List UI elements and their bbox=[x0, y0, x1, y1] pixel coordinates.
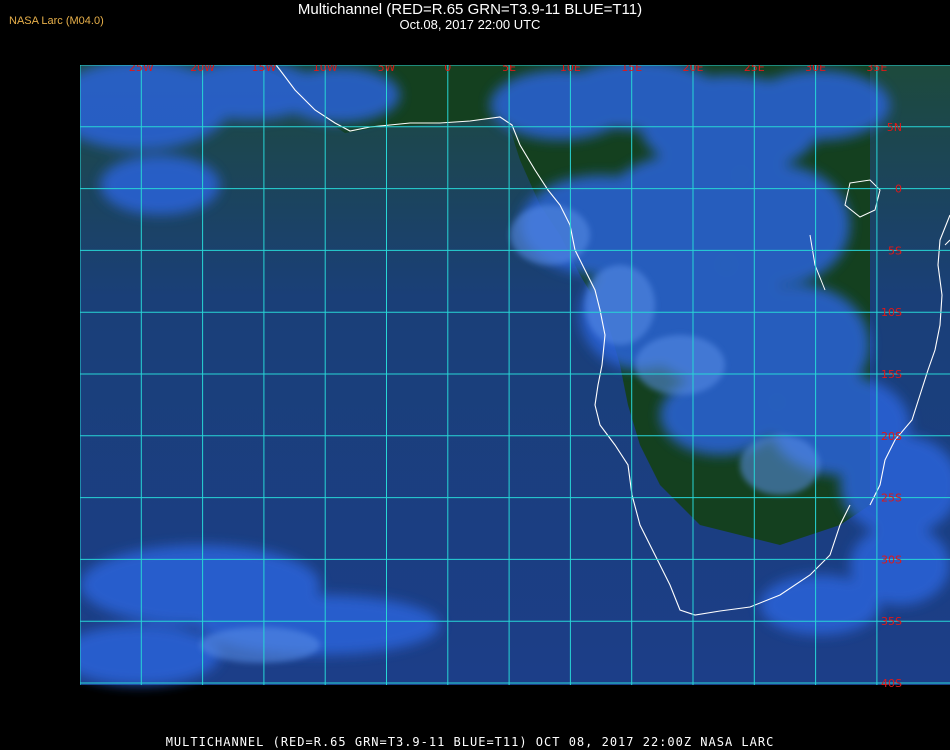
lon-label: 0 bbox=[444, 65, 451, 74]
lon-label: 5W bbox=[378, 65, 396, 74]
lat-label: 40S bbox=[881, 677, 902, 690]
lon-label: 10W bbox=[313, 65, 338, 74]
lat-label: 5N bbox=[887, 121, 902, 134]
lon-label: 25E bbox=[744, 65, 765, 74]
lon-label: 10E bbox=[560, 65, 581, 74]
lat-label: 25S bbox=[881, 492, 902, 505]
lat-label: 30S bbox=[881, 553, 902, 566]
lon-label: 35E bbox=[866, 65, 887, 74]
lon-label: 20E bbox=[683, 65, 704, 74]
footer-caption: MULTICHANNEL (RED=R.65 GRN=T3.9-11 BLUE=… bbox=[165, 735, 775, 749]
lon-label: 15W bbox=[251, 65, 276, 74]
image-title: Multichannel (RED=R.65 GRN=T3.9-11 BLUE=… bbox=[297, 1, 643, 18]
satellite-map[interactable]: 25W 20W 15W 10W 5W 0 5E 10E 15E 20E 25E 30E 35E 5N 0 5S… bbox=[80, 65, 950, 727]
lat-label: 10S bbox=[881, 306, 902, 319]
lon-label: 15E bbox=[621, 65, 642, 74]
lon-label: 5E bbox=[502, 65, 516, 74]
lat-label: 35S bbox=[881, 615, 902, 628]
lon-label: 20W bbox=[190, 65, 215, 74]
lat-label: 5S bbox=[888, 244, 902, 257]
lon-label: 25W bbox=[129, 65, 154, 74]
lat-label: 15S bbox=[881, 368, 902, 381]
image-timestamp: Oct.08, 2017 22:00 UTC bbox=[399, 17, 541, 32]
satellite-map-canvas: 25W 20W 15W 10W 5W 0 5E 10E 15E 20E 25E 30E 35E 5N 0 5S… bbox=[80, 65, 950, 727]
no-data-band bbox=[80, 685, 950, 727]
lat-label: 0 bbox=[895, 183, 902, 196]
lon-label: 30E bbox=[805, 65, 826, 74]
lat-label: 20S bbox=[881, 430, 902, 443]
